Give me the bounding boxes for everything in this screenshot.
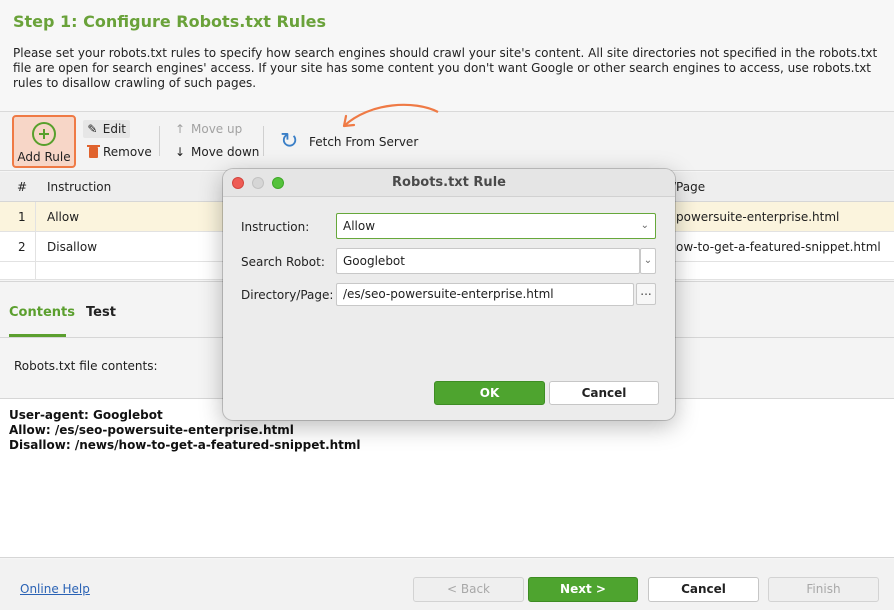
online-help-link[interactable]: Online Help [20, 582, 90, 596]
search-robot-combo[interactable]: Googlebot [336, 248, 640, 274]
remove-button[interactable]: Remove [83, 143, 156, 161]
browse-button[interactable]: ... [636, 283, 656, 305]
directory-page-value: /es/seo-powersuite-enterprise.html [343, 287, 554, 301]
close-window-button[interactable] [232, 177, 244, 189]
arrow-up-icon: ↑ [174, 122, 186, 136]
move-down-button[interactable]: ↓ Move down [170, 143, 263, 161]
row-page: powersuite-enterprise.html [676, 210, 840, 224]
toolbar-divider [159, 126, 160, 156]
minimize-window-button[interactable] [252, 177, 264, 189]
move-up-button[interactable]: ↑ Move up [170, 120, 246, 138]
edit-button[interactable]: ✎ Edit [83, 120, 130, 138]
add-rule-button[interactable]: Add Rule [12, 115, 76, 168]
edit-label: Edit [102, 122, 126, 136]
row-instruction: Disallow [47, 240, 98, 254]
column-divider [35, 202, 36, 280]
search-robot-dropdown-button[interactable]: ⌄ [640, 248, 656, 274]
chevron-down-icon: ⌄ [643, 255, 653, 266]
search-robot-value: Googlebot [343, 254, 405, 268]
col-instruction: Instruction [47, 180, 112, 194]
plus-circle-icon [32, 122, 56, 146]
chevron-down-icon: ⌄ [640, 220, 649, 231]
trash-icon [87, 144, 100, 158]
row-number: 2 [18, 240, 26, 254]
step-header: Step 1: Configure Robots.txt Rules Pleas… [0, 0, 894, 112]
refresh-icon: ↻ [280, 129, 299, 154]
file-line: Allow: /es/seo-powersuite-enterprise.htm… [9, 423, 294, 437]
search-robot-label: Search Robot: [241, 255, 325, 269]
file-line: Disallow: /news/how-to-get-a-featured-sn… [9, 438, 361, 452]
row-page: ow-to-get-a-featured-snippet.html [676, 240, 881, 254]
directory-page-label: Directory/Page: [241, 288, 334, 302]
file-line: User-agent: Googlebot [9, 408, 163, 422]
maximize-window-button[interactable] [272, 177, 284, 189]
dialog-cancel-button[interactable]: Cancel [549, 381, 659, 405]
col-number: # [17, 180, 28, 194]
col-directory-page: /Page [672, 180, 706, 194]
arrow-down-icon: ↓ [174, 145, 186, 159]
add-rule-label: Add Rule [17, 150, 71, 164]
next-button[interactable]: Next > [528, 577, 638, 602]
intro-text: Please set your robots.txt rules to spec… [13, 46, 878, 90]
instruction-value: Allow [343, 219, 376, 233]
robots-file-contents[interactable]: User-agent: Googlebot Allow: /es/seo-pow… [0, 398, 894, 558]
instruction-select[interactable]: Allow ⌄ [336, 213, 656, 239]
directory-page-input[interactable]: /es/seo-powersuite-enterprise.html [336, 283, 634, 306]
tab-test[interactable]: Test [86, 305, 116, 320]
page-title: Step 1: Configure Robots.txt Rules [13, 12, 327, 31]
row-instruction: Allow [47, 210, 80, 224]
ok-button[interactable]: OK [434, 381, 545, 405]
back-button[interactable]: < Back [413, 577, 524, 602]
instruction-label: Instruction: [241, 220, 310, 234]
finish-button[interactable]: Finish [768, 577, 879, 602]
tab-contents[interactable]: Contents [9, 305, 75, 320]
cancel-button[interactable]: Cancel [648, 577, 759, 602]
row-number: 1 [18, 210, 26, 224]
dialog-title: Robots.txt Rule [223, 169, 675, 197]
move-up-label: Move up [191, 122, 243, 136]
annotation-arrow-icon [342, 103, 439, 128]
robots-rule-dialog: Robots.txt Rule Instruction: Allow ⌄ Sea… [223, 169, 675, 420]
move-down-label: Move down [191, 145, 260, 159]
remove-label: Remove [103, 145, 152, 159]
toolbar-divider [263, 126, 264, 156]
wizard-footer: Online Help < Back Next > Cancel Finish [0, 559, 894, 610]
contents-label: Robots.txt file contents: [14, 359, 158, 373]
pencil-icon: ✎ [87, 122, 98, 136]
